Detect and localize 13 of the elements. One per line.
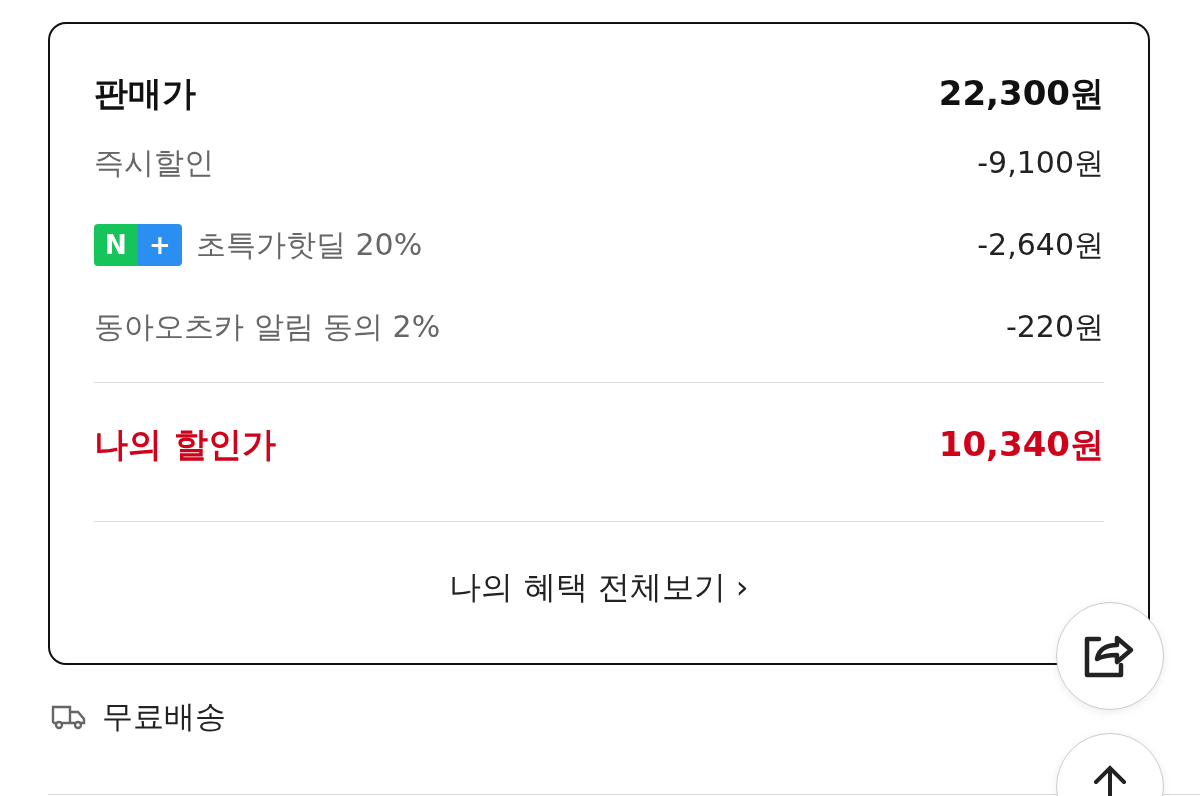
- discount-label: 즉시할인: [94, 143, 214, 182]
- final-price-value: 10,340원: [938, 423, 1104, 466]
- discount-value: -2,640원: [977, 225, 1104, 264]
- free-shipping-label: 무료배송: [102, 697, 226, 736]
- view-all-benefits-link[interactable]: 나의 혜택 전체보기 ›: [449, 566, 749, 610]
- discount-label: 동아오츠카 알림 동의 2%: [94, 307, 441, 346]
- price-label: 판매가: [94, 72, 196, 115]
- discount-value: -9,100원: [977, 143, 1104, 182]
- price-value: 22,300원: [938, 72, 1104, 115]
- discount-label: 초특가핫딜 20%: [196, 225, 423, 264]
- final-price-label: 나의 할인가: [94, 423, 276, 466]
- truck-icon: [50, 703, 88, 731]
- discount-value: -220원: [1005, 307, 1104, 346]
